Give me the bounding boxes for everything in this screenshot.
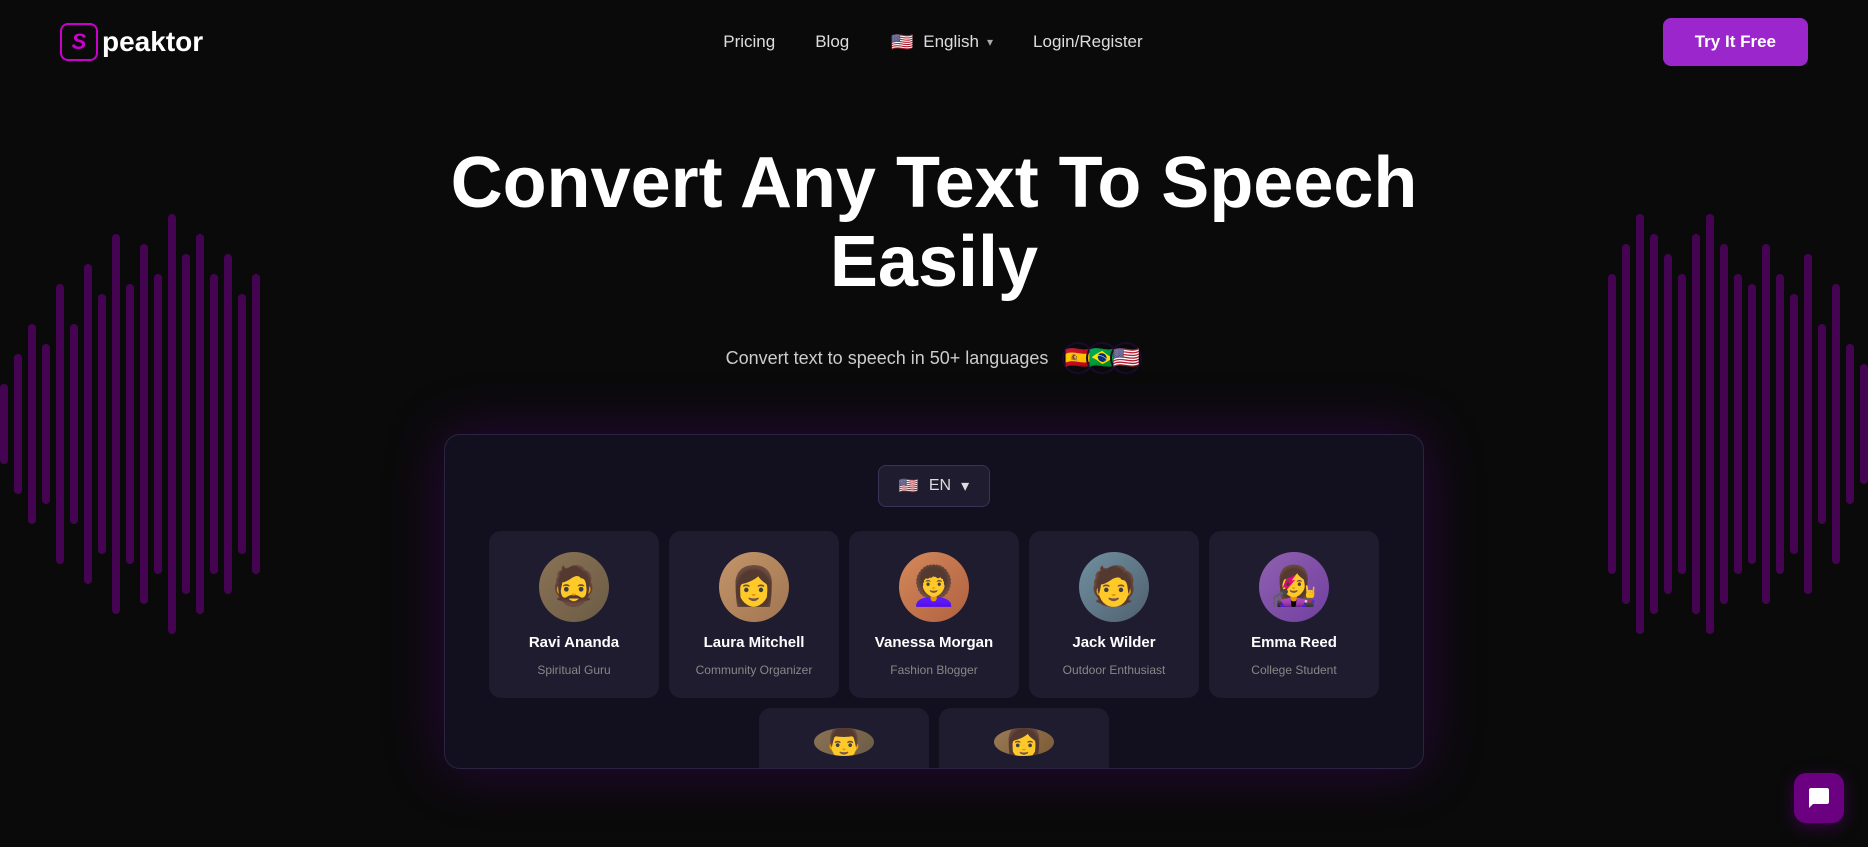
chat-icon bbox=[1807, 786, 1831, 810]
voice-role: Outdoor Enthusiast bbox=[1063, 663, 1166, 677]
lang-dropdown-flag: 🇺🇸 bbox=[899, 476, 919, 496]
language-dropdown[interactable]: 🇺🇸 EN ▾ bbox=[878, 465, 990, 507]
language-selector[interactable]: 🇺🇸 English ▾ bbox=[889, 29, 993, 55]
avatar: 👩‍🎤 bbox=[1259, 552, 1329, 622]
voice-cards-row: 🧔 Ravi Ananda Spiritual Guru 👩 Laura Mit… bbox=[475, 531, 1393, 698]
nav-links: Pricing Blog 🇺🇸 English ▾ Login/Register bbox=[723, 29, 1142, 55]
logo-text: peaktor bbox=[102, 26, 203, 58]
avatar: 👩 bbox=[719, 552, 789, 622]
hero-subtitle-text: Convert text to speech in 50+ languages bbox=[726, 348, 1049, 369]
voice-name: Laura Mitchell bbox=[704, 634, 805, 651]
logo[interactable]: S peaktor bbox=[60, 23, 203, 61]
app-demo: 🇺🇸 EN ▾ 🧔 Ravi Ananda Spiritual Guru 👩 L… bbox=[444, 434, 1424, 769]
flag-us: 🇺🇸 bbox=[1110, 342, 1142, 374]
voice-card-partial-partial2[interactable]: 👩 bbox=[939, 708, 1109, 768]
hero-section: Convert Any Text To Speech Easily Conver… bbox=[0, 84, 1868, 769]
voice-name: Emma Reed bbox=[1251, 634, 1337, 651]
voice-role: Community Organizer bbox=[696, 663, 813, 677]
blog-link[interactable]: Blog bbox=[815, 32, 849, 52]
flag-group: 🇪🇸 🇧🇷 🇺🇸 bbox=[1062, 342, 1142, 374]
chat-button[interactable] bbox=[1794, 773, 1844, 823]
avatar: 👩 bbox=[994, 728, 1054, 756]
avatar: 👩‍🦱 bbox=[899, 552, 969, 622]
voice-card-emma[interactable]: 👩‍🎤 Emma Reed College Student bbox=[1209, 531, 1379, 698]
navbar: S peaktor Pricing Blog 🇺🇸 English ▾ Logi… bbox=[0, 0, 1868, 84]
avatar: 👨 bbox=[814, 728, 874, 756]
lang-selector-row: 🇺🇸 EN ▾ bbox=[475, 465, 1393, 507]
lang-dropdown-chevron: ▾ bbox=[961, 476, 969, 496]
avatar: 🧑 bbox=[1079, 552, 1149, 622]
voice-role: Fashion Blogger bbox=[890, 663, 977, 677]
chevron-down-icon: ▾ bbox=[987, 35, 993, 49]
hero-title: Convert Any Text To Speech Easily bbox=[384, 144, 1484, 302]
voice-role: College Student bbox=[1251, 663, 1336, 677]
try-free-button[interactable]: Try It Free bbox=[1663, 18, 1808, 66]
voice-card-laura[interactable]: 👩 Laura Mitchell Community Organizer bbox=[669, 531, 839, 698]
lang-label: English bbox=[923, 32, 979, 52]
voice-card-partial-partial1[interactable]: 👨 bbox=[759, 708, 929, 768]
voice-name: Jack Wilder bbox=[1072, 634, 1155, 651]
hero-content: Convert Any Text To Speech Easily Conver… bbox=[0, 84, 1868, 404]
voice-name: Ravi Ananda bbox=[529, 634, 619, 651]
voice-cards-row-2: 👨👩 bbox=[475, 708, 1393, 768]
lang-dropdown-code: EN bbox=[929, 477, 951, 495]
lang-flag: 🇺🇸 bbox=[889, 29, 915, 55]
logo-icon: S bbox=[60, 23, 98, 61]
login-link[interactable]: Login/Register bbox=[1033, 32, 1143, 52]
voice-card-ravi[interactable]: 🧔 Ravi Ananda Spiritual Guru bbox=[489, 531, 659, 698]
avatar: 🧔 bbox=[539, 552, 609, 622]
voice-role: Spiritual Guru bbox=[537, 663, 610, 677]
app-demo-wrapper: 🇺🇸 EN ▾ 🧔 Ravi Ananda Spiritual Guru 👩 L… bbox=[0, 404, 1868, 769]
hero-subtitle: Convert text to speech in 50+ languages … bbox=[20, 342, 1848, 374]
voice-name: Vanessa Morgan bbox=[875, 634, 993, 651]
voice-card-vanessa[interactable]: 👩‍🦱 Vanessa Morgan Fashion Blogger bbox=[849, 531, 1019, 698]
pricing-link[interactable]: Pricing bbox=[723, 32, 775, 52]
voice-card-jack[interactable]: 🧑 Jack Wilder Outdoor Enthusiast bbox=[1029, 531, 1199, 698]
